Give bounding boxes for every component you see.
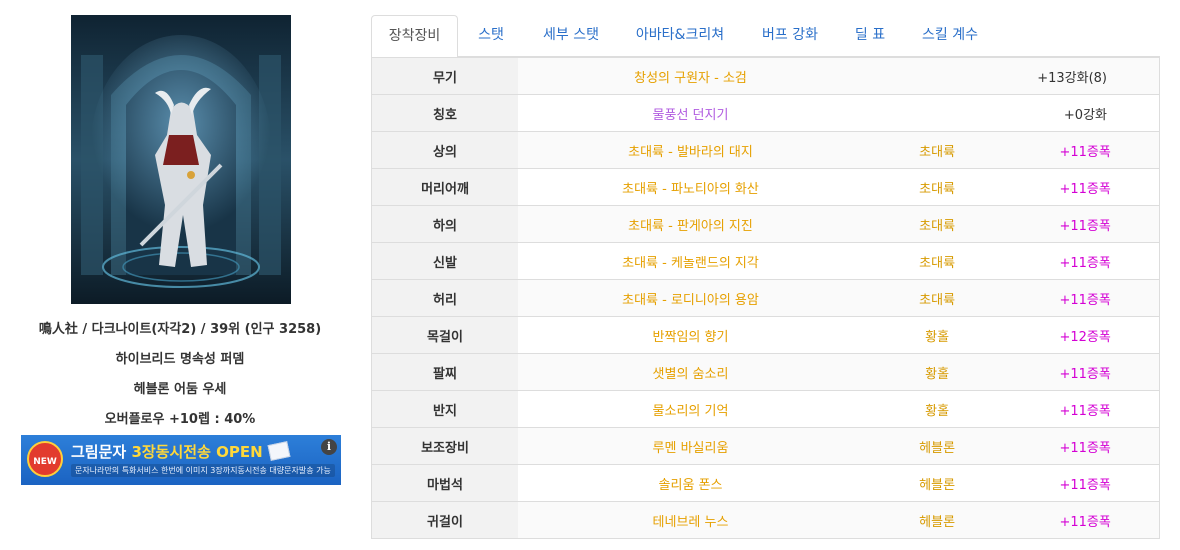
equipment-set: 헤블론 [863, 501, 1012, 539]
character-artwork [71, 15, 291, 304]
equipment-enhancement: +11증폭 [1011, 501, 1161, 539]
equipment-enhancement: +11증폭 [1011, 279, 1161, 317]
character-profile: 鳴人社 / 다크나이트(자각2) / 39위 (인구 3258) 하이브리드 명… [0, 0, 360, 550]
character-portrait [71, 15, 291, 304]
equipment-set: 헤블론 [863, 464, 1012, 502]
envelope-icon [267, 441, 291, 461]
character-overflow: 오버플로우 +10렙 : 40% [104, 412, 256, 427]
equipment-set: 황홀 [863, 316, 1012, 354]
banner-title: 그림문자 3장동시전송 OPEN [71, 441, 263, 462]
equipment-enhancement: +11증폭 [1011, 353, 1161, 391]
equipment-row: 반지 물소리의 기억 황홀 +11증폭 [371, 390, 1161, 428]
equipment-name[interactable]: 초대륙 - 로디니아의 용암 [518, 279, 863, 317]
equipment-slot: 팔찌 [371, 353, 518, 391]
equipment-slot: 허리 [371, 279, 518, 317]
equipment-name[interactable]: 테네브레 누스 [518, 501, 863, 539]
equipment-name[interactable]: 반짝임의 향기 [518, 316, 863, 354]
equipment-enhancement: +11증폭 [1011, 131, 1161, 169]
equipment-enhancement: +11증폭 [1011, 168, 1161, 206]
banner-title-highlight: 3장동시전송 OPEN [131, 443, 263, 461]
equipment-enhancement: +11증폭 [1011, 464, 1161, 502]
equipment-row: 보조장비 루멘 바실리움 헤블론 +11증폭 [371, 427, 1161, 465]
equipment-set: 초대륙 [863, 131, 1012, 169]
equipment-slot: 귀걸이 [371, 501, 518, 539]
equipment-row: 허리 초대륙 - 로디니아의 용암 초대륙 +11증폭 [371, 279, 1161, 317]
equipment-name[interactable]: 창성의 구원자 - 소검 [518, 57, 863, 95]
tab-avatar-creature[interactable]: 아바타&크리쳐 [623, 15, 737, 57]
equipment-row: 팔찌 샛별의 숨소리 황홀 +11증폭 [371, 353, 1161, 391]
tab-damage-table[interactable]: 딜 표 [843, 15, 897, 57]
equipment-slot: 머리어깨 [371, 168, 518, 206]
equipment-slot: 반지 [371, 390, 518, 428]
equipment-name[interactable]: 초대륙 - 케놀랜드의 지각 [518, 242, 863, 280]
tab-equipment[interactable]: 장착장비 [371, 15, 458, 58]
equipment-table-body: 무기 창성의 구원자 - 소검 +13강화(8) 칭호 물풍선 던지기 +0강화 상의 초대륙… [371, 57, 1161, 539]
equipment-enhancement: +13강화(8) [863, 57, 1160, 95]
equipment-set: 초대륙 [863, 279, 1012, 317]
equipment-row: 신발 초대륙 - 케놀랜드의 지각 초대륙 +11증폭 [371, 242, 1161, 280]
character-summary: 鳴人社 / 다크나이트(자각2) / 39위 (인구 3258) [38, 322, 322, 337]
equipment-enhancement: +11증폭 [1011, 390, 1161, 428]
equipment-row: 하의 초대륙 - 판게아의 지진 초대륙 +11증폭 [371, 205, 1161, 243]
equipment-table: 무기 창성의 구원자 - 소검 +13강화(8) 칭호 물풍선 던지기 +0강화 상의 초대륙… [371, 57, 1161, 539]
equipment-set: 초대륙 [863, 242, 1012, 280]
equipment-name[interactable]: 물풍선 던지기 [518, 94, 863, 132]
new-badge: NEW [27, 441, 63, 477]
equipment-slot: 칭호 [371, 94, 518, 132]
character-build: 하이브리드 명속성 퍼뎀 [115, 352, 245, 367]
equipment-enhancement: +0강화 [863, 94, 1160, 132]
tab-bar: 장착장비 스탯 세부 스탯 아바타&크리쳐 버프 강화 딜 표 스킬 계수 [371, 15, 1160, 58]
equipment-slot: 무기 [371, 57, 518, 95]
equipment-row: 머리어깨 초대륙 - 파노티아의 화산 초대륙 +11증폭 [371, 168, 1161, 206]
equipment-set: 헤블론 [863, 427, 1012, 465]
equipment-name[interactable]: 초대륙 - 판게아의 지진 [518, 205, 863, 243]
tab-stats[interactable]: 스탯 [463, 15, 519, 57]
equipment-row: 마법석 솔리움 폰스 헤블론 +11증폭 [371, 464, 1161, 502]
equipment-slot: 신발 [371, 242, 518, 280]
equipment-name[interactable]: 물소리의 기억 [518, 390, 863, 428]
character-element: 헤블론 어둠 우세 [133, 382, 227, 397]
equipment-slot: 마법석 [371, 464, 518, 502]
equipment-slot: 목걸이 [371, 316, 518, 354]
info-icon[interactable]: i [321, 439, 337, 455]
equipment-name[interactable]: 샛별의 숨소리 [518, 353, 863, 391]
banner-subtitle: 문자나라만의 특화서비스 한번에 이미지 3장까지동시전송 대량문자발송 가능 [71, 464, 335, 477]
ad-banner[interactable]: NEW 그림문자 3장동시전송 OPEN 문자나라만의 특화서비스 한번에 이미… [21, 435, 341, 485]
equipment-name[interactable]: 루멘 바실리움 [518, 427, 863, 465]
equipment-row: 무기 창성의 구원자 - 소검 +13강화(8) [371, 57, 1160, 95]
equipment-set: 황홀 [863, 390, 1012, 428]
banner-title-prefix: 그림문자 [71, 443, 127, 461]
equipment-set: 초대륙 [863, 168, 1012, 206]
equipment-slot: 보조장비 [371, 427, 518, 465]
equipment-set: 황홀 [863, 353, 1012, 391]
tab-detail-stats[interactable]: 세부 스탯 [527, 15, 615, 57]
equipment-slot: 하의 [371, 205, 518, 243]
equipment-name[interactable]: 초대륙 - 발바라의 대지 [518, 131, 863, 169]
tab-buff-enhance[interactable]: 버프 강화 [747, 15, 833, 57]
equipment-enhancement: +11증폭 [1011, 205, 1161, 243]
equipment-row: 목걸이 반짝임의 향기 황홀 +12증폭 [371, 316, 1161, 354]
equipment-slot: 상의 [371, 131, 518, 169]
equipment-name[interactable]: 초대륙 - 파노티아의 화산 [518, 168, 863, 206]
equipment-set: 초대륙 [863, 205, 1012, 243]
equipment-enhancement: +11증폭 [1011, 427, 1161, 465]
equipment-enhancement: +11증폭 [1011, 242, 1161, 280]
tab-skill-coefficient[interactable]: 스킬 계수 [907, 15, 993, 57]
equipment-row: 칭호 물풍선 던지기 +0강화 [371, 94, 1160, 132]
equipment-row: 상의 초대륙 - 발바라의 대지 초대륙 +11증폭 [371, 131, 1161, 169]
equipment-name[interactable]: 솔리움 폰스 [518, 464, 863, 502]
equipment-enhancement: +12증폭 [1011, 316, 1161, 354]
equipment-row: 귀걸이 테네브레 누스 헤블론 +11증폭 [371, 501, 1161, 539]
